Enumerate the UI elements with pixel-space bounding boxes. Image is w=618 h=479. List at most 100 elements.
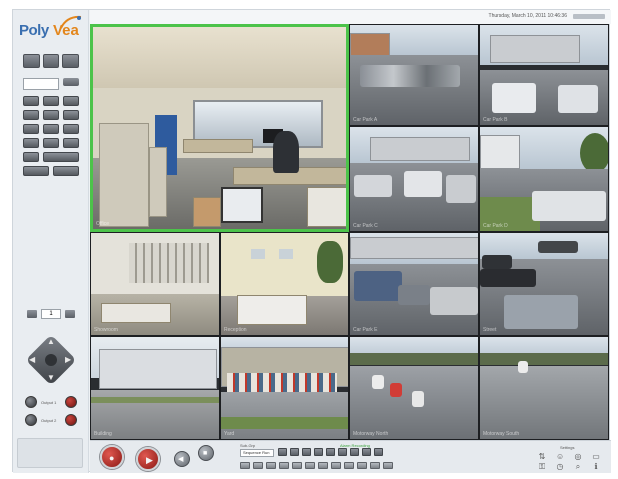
- network-icon[interactable]: ⇅: [538, 453, 546, 461]
- camera-view-button[interactable]: [42, 54, 60, 68]
- back-button[interactable]: [62, 54, 80, 68]
- status-panel: [17, 438, 83, 468]
- layout-9-button[interactable]: [302, 448, 311, 456]
- layout-1-button[interactable]: [278, 448, 287, 456]
- scene-grass: [91, 397, 219, 403]
- playback-controls: ● ▶ ◀ ■ Sub-Grp Alarm Recording Sequence…: [90, 440, 611, 473]
- scene-desk: [183, 139, 253, 153]
- camera-tile-motorway-north[interactable]: Motorway North: [349, 336, 479, 440]
- scene-treeline: [350, 353, 478, 365]
- keypad-display[interactable]: [23, 78, 59, 90]
- key-3[interactable]: [63, 96, 79, 106]
- camera-tile-car-park-d[interactable]: Car Park D: [479, 126, 609, 232]
- record-button[interactable]: ●: [100, 445, 124, 469]
- play-button[interactable]: ▶: [136, 447, 160, 471]
- camera-tile-showroom[interactable]: Showroom: [90, 232, 220, 336]
- layout-25-button[interactable]: [338, 448, 347, 456]
- scene-monitor: [221, 187, 263, 223]
- stop-button[interactable]: ■: [198, 445, 214, 461]
- camera-tile-reception[interactable]: Reception: [220, 232, 349, 336]
- page-9-button[interactable]: [344, 462, 354, 469]
- key-hash[interactable]: [63, 138, 79, 148]
- layout-13-button[interactable]: [314, 448, 323, 456]
- layout-custom-button[interactable]: [374, 448, 383, 456]
- zoom-control: 1: [23, 306, 79, 322]
- page-4-button[interactable]: [279, 462, 289, 469]
- scene-car: [430, 287, 478, 315]
- key-star[interactable]: [23, 138, 39, 148]
- disk-icon[interactable]: ▭: [592, 453, 600, 461]
- scene-desk: [307, 187, 346, 227]
- layout-16-button[interactable]: [326, 448, 335, 456]
- keypad-extra-row: [23, 152, 79, 162]
- key-clear[interactable]: [23, 152, 39, 162]
- scene-car: [504, 295, 578, 329]
- rewind-button[interactable]: ◀: [174, 451, 190, 467]
- camera-tile-street[interactable]: Street: [479, 232, 609, 336]
- page-5-button[interactable]: [292, 462, 302, 469]
- pan-left-icon[interactable]: ◀: [29, 356, 35, 364]
- layout-4-button[interactable]: [290, 448, 299, 456]
- layout-select[interactable]: Sequence Run: [240, 449, 274, 457]
- keypad-enter-button[interactable]: [63, 78, 79, 86]
- page-7-button[interactable]: [318, 462, 328, 469]
- camera-tile-car-park-b[interactable]: Car Park B: [479, 24, 609, 126]
- search-icon[interactable]: ⌕: [574, 463, 582, 471]
- zoom-in-button[interactable]: [65, 310, 75, 318]
- zoom-out-button[interactable]: [27, 310, 37, 318]
- page-8-button[interactable]: [331, 462, 341, 469]
- layout-full-button[interactable]: [362, 448, 371, 456]
- scene-desk: [101, 303, 171, 323]
- page-10-button[interactable]: [357, 462, 367, 469]
- lock-icon[interactable]: ⚿: [538, 463, 546, 471]
- camera-tile-car-park-e[interactable]: Car Park E: [349, 232, 479, 336]
- page-3-button[interactable]: [266, 462, 276, 469]
- left-control-panel: Poly Vea 1 ▲ ▼ ◀ ▶ Output 1 Output 2: [13, 10, 89, 473]
- relay-1-on-button[interactable]: [65, 396, 77, 408]
- page-1-button[interactable]: [240, 462, 250, 469]
- camera-tile-building[interactable]: Building: [90, 336, 220, 440]
- camera-tile-car-park-c[interactable]: Car Park C: [349, 126, 479, 232]
- camera-tile-office[interactable]: Office: [90, 24, 349, 232]
- layout-36-button[interactable]: [350, 448, 359, 456]
- page-6-button[interactable]: [305, 462, 315, 469]
- pan-up-icon[interactable]: ▲: [47, 338, 55, 346]
- camera-tile-motorway-south[interactable]: Motorway South: [479, 336, 609, 440]
- relay-2-off-button[interactable]: [25, 414, 37, 426]
- key-9[interactable]: [63, 124, 79, 134]
- zoom-value[interactable]: 1: [41, 309, 61, 319]
- prev-camera-button[interactable]: [23, 166, 49, 176]
- schedule-icon[interactable]: ◷: [556, 463, 564, 471]
- camera-settings-icon[interactable]: ◎: [574, 453, 582, 461]
- info-icon[interactable]: ℹ: [592, 463, 600, 471]
- grid-view-button[interactable]: [23, 54, 40, 68]
- scene-desk: [193, 197, 221, 227]
- dpad-center-button[interactable]: [45, 354, 57, 366]
- page-11-button[interactable]: [370, 462, 380, 469]
- key-6[interactable]: [63, 110, 79, 120]
- datetime-display: Thursday, March 10, 2011 10:46:36: [488, 13, 567, 19]
- relay-2-label: Output 2: [41, 418, 57, 423]
- page-12-button[interactable]: [383, 462, 393, 469]
- key-2[interactable]: [43, 96, 59, 106]
- top-status-bar: [573, 14, 605, 19]
- page-2-button[interactable]: [253, 462, 263, 469]
- key-8[interactable]: [43, 124, 59, 134]
- camera-tile-yard[interactable]: Yard: [220, 336, 349, 440]
- scene-car: [360, 65, 460, 87]
- scene-car: [480, 269, 536, 287]
- relay-2-on-button[interactable]: [65, 414, 77, 426]
- next-camera-button[interactable]: [53, 166, 79, 176]
- user-icon[interactable]: ☺: [556, 453, 564, 461]
- key-0[interactable]: [43, 138, 59, 148]
- key-1[interactable]: [23, 96, 39, 106]
- key-5[interactable]: [43, 110, 59, 120]
- key-4[interactable]: [23, 110, 39, 120]
- relay-1-off-button[interactable]: [25, 396, 37, 408]
- key-7[interactable]: [23, 124, 39, 134]
- camera-tile-car-park-a[interactable]: Car Park A: [349, 24, 479, 126]
- pan-down-icon[interactable]: ▼: [47, 374, 55, 382]
- key-go[interactable]: [43, 152, 79, 162]
- pan-right-icon[interactable]: ▶: [65, 356, 71, 364]
- scene-building: [99, 349, 217, 389]
